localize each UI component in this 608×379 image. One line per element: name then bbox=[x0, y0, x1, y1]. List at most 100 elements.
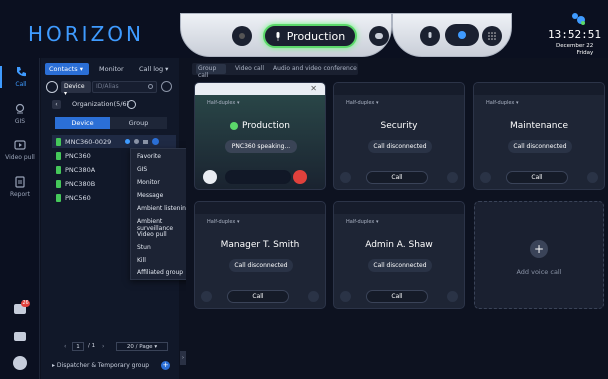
more-icon[interactable] bbox=[152, 138, 160, 145]
call-button[interactable]: Call bbox=[227, 290, 289, 303]
device-name: PNC360 bbox=[65, 151, 91, 160]
clock: 13:52:51 bbox=[548, 28, 601, 41]
prev-page-button[interactable]: ‹ bbox=[64, 343, 70, 351]
menu-item-affiliated-group[interactable]: Affiliated group bbox=[137, 269, 183, 276]
card-toolbar bbox=[195, 202, 325, 214]
message-button[interactable] bbox=[308, 291, 319, 302]
add-group-button[interactable]: + bbox=[161, 361, 170, 370]
device-icon bbox=[56, 137, 61, 146]
next-page-button[interactable]: › bbox=[102, 343, 108, 350]
subtab-group[interactable]: Group bbox=[110, 117, 167, 129]
location-icon[interactable] bbox=[125, 139, 131, 144]
call-card-maintenance[interactable]: Half-duplex ▾ Maintenance Call disconnec… bbox=[473, 82, 605, 190]
menu-item-monitor[interactable]: Monitor bbox=[137, 179, 160, 186]
call-card-security[interactable]: Half-duplex ▾ Security Call disconnected… bbox=[333, 82, 465, 190]
message-button[interactable] bbox=[447, 172, 458, 183]
card-toolbar bbox=[334, 202, 464, 214]
org-label: Organization(5/6) bbox=[72, 100, 130, 108]
nav-item-call[interactable]: Call bbox=[0, 66, 40, 88]
menu-item-video-pull[interactable]: Video pull bbox=[137, 231, 167, 238]
close-icon[interactable]: ✕ bbox=[310, 84, 317, 93]
menu-item-favorite[interactable]: Favorite bbox=[137, 153, 161, 160]
page-size-select[interactable]: 20 / Page ▾ bbox=[116, 342, 168, 351]
page-size-value: 20 / Page bbox=[126, 344, 153, 350]
list-item[interactable]: MNC360-0029 bbox=[52, 135, 176, 148]
menu-item-stun[interactable]: Stun bbox=[137, 244, 151, 251]
keypad-icon bbox=[488, 32, 496, 40]
duplex-badge[interactable]: Half-duplex ▾ bbox=[207, 219, 239, 225]
back-button[interactable]: ‹ bbox=[52, 100, 61, 109]
card-toolbar bbox=[195, 83, 325, 95]
tab-contacts[interactable]: Contacts ▾ bbox=[45, 63, 89, 75]
search-input[interactable]: ID/Alias bbox=[92, 81, 157, 93]
chat-button[interactable] bbox=[369, 26, 389, 46]
video-button[interactable] bbox=[201, 291, 212, 302]
video-button[interactable] bbox=[340, 172, 351, 183]
nav-item-video-pull[interactable]: Video pull bbox=[0, 139, 40, 161]
card-toolbar bbox=[334, 83, 464, 95]
mic-button[interactable] bbox=[420, 26, 440, 46]
duplex-badge[interactable]: Half-duplex ▾ bbox=[486, 100, 518, 106]
subtab-device[interactable]: Device bbox=[55, 117, 110, 129]
call-card-production[interactable]: ✕ Half-duplex ▾ Production PNC360 speaki… bbox=[194, 82, 326, 190]
group-icon bbox=[230, 121, 239, 130]
video-button[interactable] bbox=[480, 172, 491, 183]
device-select-value: Device bbox=[64, 83, 85, 90]
duplex-badge[interactable]: Half-duplex ▾ bbox=[346, 219, 378, 225]
video-button[interactable] bbox=[340, 291, 351, 302]
ptt-button[interactable] bbox=[225, 170, 291, 184]
funnel-icon[interactable] bbox=[161, 81, 172, 92]
tab-monitor[interactable]: Monitor bbox=[99, 65, 124, 73]
card-toolbar bbox=[474, 83, 604, 95]
current-group-button[interactable]: Production bbox=[263, 24, 357, 48]
speaker-button[interactable] bbox=[445, 24, 479, 46]
speaker-toggle[interactable] bbox=[203, 170, 217, 184]
add-voice-call-label: Add voice call bbox=[516, 268, 562, 276]
hangup-button[interactable] bbox=[293, 170, 307, 184]
message-button[interactable] bbox=[14, 332, 26, 341]
page-total: / 1 bbox=[88, 343, 96, 349]
nav-item-gis[interactable]: GIS bbox=[0, 103, 40, 125]
call-status: Call disconnected bbox=[508, 140, 572, 153]
menu-item-message[interactable]: Message bbox=[137, 192, 163, 199]
duplex-badge[interactable]: Half-duplex ▾ bbox=[207, 100, 239, 106]
speaker-icon bbox=[458, 31, 466, 39]
tab-av-conference[interactable]: Audio and video conference bbox=[273, 65, 357, 72]
phone-icon[interactable] bbox=[134, 139, 140, 144]
duplex-label: Half-duplex bbox=[207, 219, 236, 225]
tab-group-call[interactable]: Group call bbox=[196, 64, 226, 79]
call-status: Call disconnected bbox=[368, 140, 432, 153]
nav-item-report[interactable]: Report bbox=[0, 176, 40, 198]
call-button[interactable]: Call bbox=[366, 290, 428, 303]
device-name: PNC380A bbox=[65, 165, 96, 174]
dispatcher-group-label: Dispatcher & Temporary group bbox=[56, 362, 150, 369]
call-button[interactable]: Call bbox=[366, 171, 428, 184]
user-status-icon[interactable] bbox=[570, 12, 586, 26]
video-icon[interactable] bbox=[143, 139, 149, 144]
dispatcher-group-row[interactable]: ▸ Dispatcher & Temporary group bbox=[52, 362, 149, 369]
app-logo: HORIZON bbox=[28, 22, 144, 46]
filter-icon[interactable] bbox=[46, 81, 58, 93]
eye-icon[interactable] bbox=[127, 100, 136, 109]
tab-call-log[interactable]: Call log ▾ bbox=[139, 65, 168, 73]
add-voice-call-card[interactable]: + Add voice call bbox=[474, 201, 604, 309]
call-card-manager[interactable]: Half-duplex ▾ Manager T. Smith Call disc… bbox=[194, 201, 326, 309]
record-button[interactable] bbox=[232, 26, 252, 46]
tab-video-call[interactable]: Video call bbox=[235, 65, 264, 72]
duplex-label: Half-duplex bbox=[207, 100, 236, 106]
chat-icon bbox=[375, 33, 383, 39]
page-input[interactable]: 1 bbox=[72, 342, 84, 351]
keypad-button[interactable] bbox=[482, 26, 502, 46]
call-card-admin[interactable]: Half-duplex ▾ Admin A. Shaw Call disconn… bbox=[333, 201, 465, 309]
card-title: Production bbox=[195, 121, 325, 131]
device-select[interactable]: Device ▾ bbox=[61, 81, 91, 97]
message-button[interactable] bbox=[447, 291, 458, 302]
duplex-badge[interactable]: Half-duplex ▾ bbox=[346, 100, 378, 106]
avatar[interactable] bbox=[13, 356, 27, 370]
message-button[interactable] bbox=[587, 172, 598, 183]
call-button[interactable]: Call bbox=[506, 171, 568, 184]
menu-item-ambient-listening[interactable]: Ambient listening bbox=[137, 205, 190, 212]
call-status: Call disconnected bbox=[368, 259, 432, 272]
device-name: MNC360-0029 bbox=[65, 137, 112, 146]
menu-item-kill[interactable]: Kill bbox=[137, 257, 146, 264]
